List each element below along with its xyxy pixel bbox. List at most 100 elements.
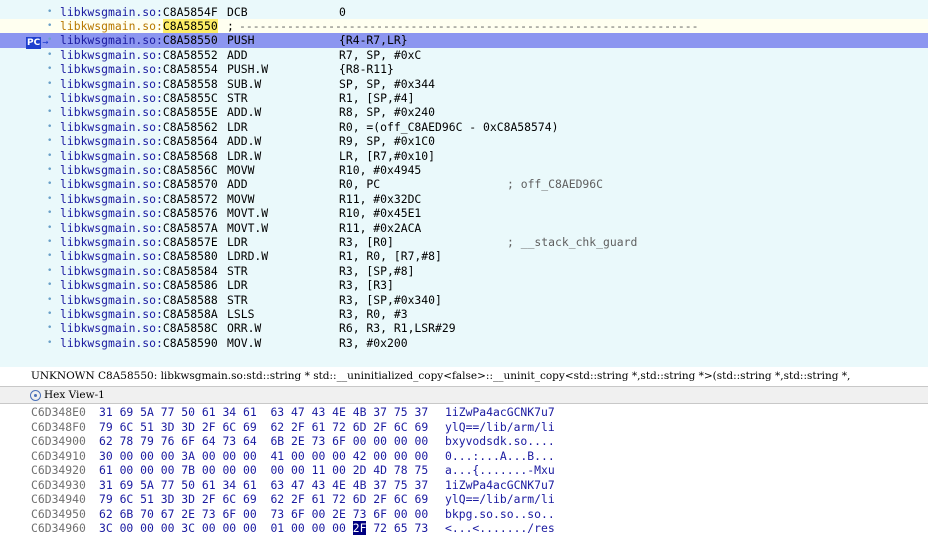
line-address[interactable]: libkwsgmain.so:C8A58590 xyxy=(60,336,218,350)
mnemonic[interactable]: STR xyxy=(227,91,248,105)
operands[interactable]: R7, SP, #0xC xyxy=(339,48,421,62)
mnemonic[interactable]: PUSH.W xyxy=(227,62,268,76)
operands[interactable]: 0 xyxy=(339,5,346,19)
hex-ascii[interactable]: bxyvodsdk.so.... xyxy=(445,434,555,448)
hex-bytes[interactable]: 30 00 00 00 3A 00 00 00 41 00 00 00 42 0… xyxy=(99,449,428,463)
line-address[interactable]: libkwsgmain.so:C8A58550 xyxy=(60,18,218,33)
line-address[interactable]: libkwsgmain.so:C8A58568 xyxy=(60,149,218,163)
mnemonic[interactable]: ADD.W xyxy=(227,105,261,119)
line-address[interactable]: libkwsgmain.so:C8A5857E xyxy=(60,235,218,249)
mnemonic[interactable]: MOVT.W xyxy=(227,221,268,235)
line-address[interactable]: libkwsgmain.so:C8A58576 xyxy=(60,206,218,220)
disasm-line[interactable]: • libkwsgmain.so:C8A5856C MOVW R10, #0x4945 xyxy=(0,163,928,177)
disasm-line[interactable]: • libkwsgmain.so:C8A58588 STR R3, [SP,#0x34… xyxy=(0,293,928,307)
line-address[interactable]: libkwsgmain.so:C8A5858C xyxy=(60,321,218,335)
operands[interactable]: R3, [SP,#0x340] xyxy=(339,293,442,307)
hex-ascii[interactable]: ylQ==/lib/arm/li xyxy=(445,492,555,506)
disasm-line[interactable]: • libkwsgmain.so:C8A58568 LDR.W LR, [R7,#0x… xyxy=(0,149,928,163)
hex-bytes[interactable]: 62 78 79 76 6F 64 73 64 6B 2E 73 6F 00 0… xyxy=(99,434,428,448)
line-address[interactable]: libkwsgmain.so:C8A5855E xyxy=(60,105,218,119)
mnemonic[interactable]: LDR.W xyxy=(227,149,261,163)
operands[interactable]: R8, SP, #0x240 xyxy=(339,105,435,119)
line-address[interactable]: libkwsgmain.so:C8A5858A xyxy=(60,307,218,321)
disasm-line[interactable]: • libkwsgmain.so:C8A58572 MOVW R11, #0x32DC xyxy=(0,192,928,206)
mnemonic[interactable]: LDR xyxy=(227,120,248,134)
disasm-line[interactable]: • libkwsgmain.so:C8A5857E LDR R3, [R0] ; __s… xyxy=(0,235,928,249)
mnemonic[interactable]: ; xyxy=(227,19,234,33)
mnemonic[interactable]: LDR xyxy=(227,235,248,249)
disasm-line[interactable]: • libkwsgmain.so:C8A5858C ORR.W R6, R3, R1,… xyxy=(0,321,928,335)
hex-ascii[interactable]: 0...:...A...B... xyxy=(445,449,555,463)
line-address[interactable]: libkwsgmain.so:C8A58586 xyxy=(60,278,218,292)
mnemonic[interactable]: ADD xyxy=(227,48,248,62)
line-address[interactable]: libkwsgmain.so:C8A5857A xyxy=(60,221,218,235)
disasm-line[interactable]: • libkwsgmain.so:C8A58550; ---------------… xyxy=(0,18,928,34)
line-address[interactable]: libkwsgmain.so:C8A58552 xyxy=(60,48,218,62)
mnemonic[interactable]: SUB.W xyxy=(227,77,261,91)
hex-view-header[interactable]: Hex View-1 xyxy=(0,386,928,404)
line-address[interactable]: libkwsgmain.so:C8A58584 xyxy=(60,264,218,278)
hex-ascii[interactable]: <...<......./res xyxy=(445,521,555,535)
operands[interactable]: R1, [SP,#4] xyxy=(339,91,414,105)
mnemonic[interactable]: MOVW xyxy=(227,163,254,177)
disassembly-view[interactable]: • libkwsgmain.so:C8A5854F DCB 0 • libkwsgmain… xyxy=(0,0,928,367)
disasm-line[interactable]: • libkwsgmain.so:C8A58570 ADD R0, PC ; off_C… xyxy=(0,177,928,191)
mnemonic[interactable]: ORR.W xyxy=(227,321,261,335)
disasm-line[interactable]: • libkwsgmain.so:C8A5858A LSLS R3, R0, #3 xyxy=(0,307,928,321)
disasm-line[interactable]: • libkwsgmain.so:C8A5855E ADD.W R8, SP, #0x… xyxy=(0,105,928,119)
line-address[interactable]: libkwsgmain.so:C8A58572 xyxy=(60,192,218,206)
hex-bytes[interactable]: 31 69 5A 77 50 61 34 61 63 47 43 4E 4B 3… xyxy=(99,405,428,419)
operands[interactable]: {R8-R11} xyxy=(339,62,394,76)
disasm-line[interactable]: PC → • libkwsgmain.so:C8A58550 PUSH {R4-R7,LR… xyxy=(0,33,928,50)
hex-ascii[interactable]: 1iZwPa4acGCNK7u7 xyxy=(445,405,555,419)
line-address[interactable]: libkwsgmain.so:C8A58550 xyxy=(60,33,218,47)
mnemonic[interactable]: PUSH xyxy=(227,33,254,47)
operands[interactable]: R1, R0, [R7,#8] xyxy=(339,249,442,263)
hex-view[interactable]: C6D348E0 31 69 5A 77 50 61 34 61 63 47 43… xyxy=(0,404,928,538)
line-address[interactable]: libkwsgmain.so:C8A58554 xyxy=(60,62,218,76)
operands[interactable]: R3, R0, #3 xyxy=(339,307,408,321)
mnemonic[interactable]: LDRD.W xyxy=(227,249,268,263)
disasm-line[interactable]: • libkwsgmain.so:C8A58564 ADD.W R9, SP, #0x… xyxy=(0,134,928,148)
disasm-line[interactable]: • libkwsgmain.so:C8A5854F DCB 0 xyxy=(0,5,928,19)
hex-bytes[interactable]: 3C 00 00 00 3C 00 00 00 01 00 00 00 2F 7… xyxy=(99,521,428,535)
line-address[interactable]: libkwsgmain.so:C8A58580 xyxy=(60,249,218,263)
hex-ascii[interactable]: 1iZwPa4acGCNK7u7 xyxy=(445,478,555,492)
hex-cursor-byte[interactable]: 2F xyxy=(352,521,367,535)
operands[interactable]: R3, [R3] xyxy=(339,278,394,292)
line-address[interactable]: libkwsgmain.so:C8A58570 xyxy=(60,177,218,191)
disasm-line[interactable]: • libkwsgmain.so:C8A58562 LDR R0, =(off_C8A… xyxy=(0,120,928,134)
mnemonic[interactable]: STR xyxy=(227,264,248,278)
disasm-line[interactable]: • libkwsgmain.so:C8A58584 STR R3, [SP,#8] xyxy=(0,264,928,278)
line-address[interactable]: libkwsgmain.so:C8A5854F xyxy=(60,5,218,19)
mnemonic[interactable]: MOVT.W xyxy=(227,206,268,220)
line-address[interactable]: libkwsgmain.so:C8A5855C xyxy=(60,91,218,105)
operands[interactable]: R0, =(off_C8AED96C - 0xC8A58574) xyxy=(339,120,558,134)
hex-bytes[interactable]: 79 6C 51 3D 3D 2F 6C 69 62 2F 61 72 6D 2… xyxy=(99,420,428,434)
operands[interactable]: R11, #0x32DC xyxy=(339,192,421,206)
line-address[interactable]: libkwsgmain.so:C8A5856C xyxy=(60,163,218,177)
mnemonic[interactable]: ADD.W xyxy=(227,134,261,148)
operands[interactable]: {R4-R7,LR} xyxy=(339,33,408,47)
disasm-line[interactable]: • libkwsgmain.so:C8A5855C STR R1, [SP,#4] xyxy=(0,91,928,105)
operands[interactable]: LR, [R7,#0x10] xyxy=(339,149,435,163)
operands[interactable]: R0, PC xyxy=(339,177,380,191)
operands[interactable]: R10, #0x4945 xyxy=(339,163,421,177)
line-address[interactable]: libkwsgmain.so:C8A58562 xyxy=(60,120,218,134)
operands[interactable]: R9, SP, #0x1C0 xyxy=(339,134,435,148)
disasm-line[interactable]: • libkwsgmain.so:C8A5857A MOVT.W R11, #0x2A… xyxy=(0,221,928,235)
hex-bytes[interactable]: 31 69 5A 77 50 61 34 61 63 47 43 4E 4B 3… xyxy=(99,478,428,492)
mnemonic[interactable]: STR xyxy=(227,293,248,307)
mnemonic[interactable]: MOV.W xyxy=(227,336,261,350)
operands[interactable]: R6, R3, R1,LSR#29 xyxy=(339,321,456,335)
hex-ascii[interactable]: bkpg.so.so..so.. xyxy=(445,507,555,521)
mnemonic[interactable]: LSLS xyxy=(227,307,254,321)
mnemonic[interactable]: LDR xyxy=(227,278,248,292)
line-address[interactable]: libkwsgmain.so:C8A58588 xyxy=(60,293,218,307)
hex-bytes[interactable]: 62 6B 70 67 2E 73 6F 00 73 6F 00 2E 73 6… xyxy=(99,507,428,521)
operands[interactable]: SP, SP, #0x344 xyxy=(339,77,435,91)
hex-bytes[interactable]: 61 00 00 00 7B 00 00 00 00 00 11 00 2D 4… xyxy=(99,463,428,477)
disasm-line[interactable]: • libkwsgmain.so:C8A58552 ADD R7, SP, #0xC xyxy=(0,48,928,62)
mnemonic[interactable]: ADD xyxy=(227,177,248,191)
disasm-line[interactable]: • libkwsgmain.so:C8A58554 PUSH.W {R8-R11} xyxy=(0,62,928,76)
